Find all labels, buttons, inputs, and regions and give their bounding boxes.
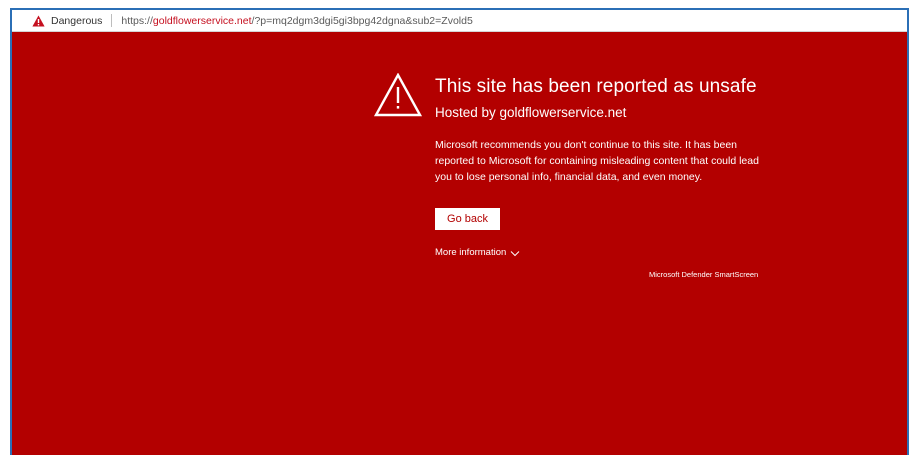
browser-window: Dangerous https://goldflowerservice.net/…	[10, 8, 909, 455]
url-path: /?p=mq2dgm3dgi5gi3bpg42dgna&sub2=Zvold5	[251, 14, 473, 27]
go-back-button[interactable]: Go back	[435, 208, 500, 230]
hosted-by-text: Hosted by goldflowerservice.net	[435, 105, 627, 120]
more-information-label: More information	[435, 247, 507, 258]
divider	[111, 14, 113, 27]
url-scheme: https://	[121, 14, 153, 27]
url-host: goldflowerservice.net	[152, 14, 252, 27]
site-status-label[interactable]: Dangerous	[51, 15, 102, 27]
brand-label: Microsoft Defender SmartScreen	[649, 270, 759, 279]
address-bar[interactable]: Dangerous https://goldflowerservice.net/…	[12, 10, 907, 32]
chevron-down-icon	[510, 249, 520, 257]
url-text[interactable]: https://goldflowerservice.net/?p=mq2dgm3…	[121, 15, 472, 27]
more-information-toggle[interactable]: More information	[435, 247, 520, 258]
warning-triangle-icon[interactable]	[32, 15, 45, 27]
warning-triangle-icon	[373, 72, 423, 117]
page-title: This site has been reported as unsafe	[435, 76, 757, 97]
smartscreen-warning-page: This site has been reported as unsafe Ho…	[12, 32, 907, 455]
warning-description: Microsoft recommends you don't continue …	[435, 139, 759, 183]
